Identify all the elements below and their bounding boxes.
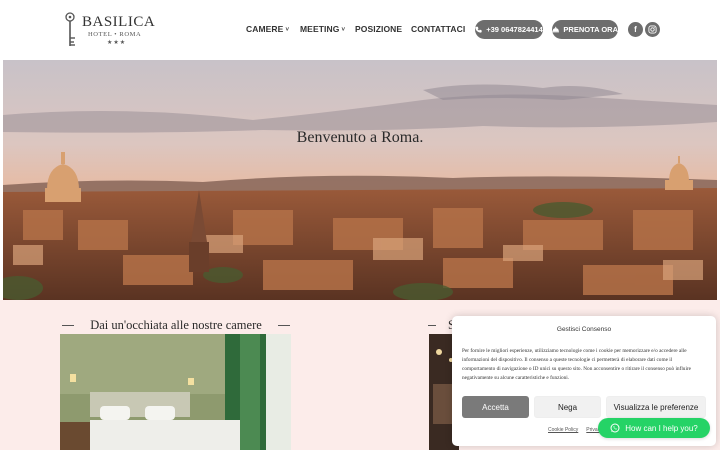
logo-stars: ★★★ <box>107 40 127 46</box>
book-now-label: PRENOTA ORA <box>563 25 618 34</box>
phone-icon <box>475 26 482 33</box>
site-header: BASILICA HOTEL • ROMA ★★★ CAMERE ˅ MEETIN… <box>0 0 720 60</box>
nav-item-posizione[interactable]: POSIZIONE <box>355 24 402 34</box>
whatsapp-label: How can I help you? <box>625 423 698 433</box>
instagram-glyph <box>648 25 657 34</box>
nav-item-contattaci[interactable]: CONTATTACI <box>411 24 465 34</box>
phone-label: +39 0647824414 <box>486 25 543 34</box>
hero-title: Benvenuto a Roma. <box>296 129 424 146</box>
rooms-heading-text: Dai un'occhiata alle nostre camere <box>90 318 262 332</box>
deny-button[interactable]: Nega <box>534 396 601 418</box>
rome-skyline-image <box>3 60 717 300</box>
whatsapp-chat-button[interactable]: How can I help you? <box>598 418 710 438</box>
phone-button[interactable]: +39 0647824414 <box>475 20 543 39</box>
cookie-policy-link[interactable]: Cookie Policy <box>548 427 578 433</box>
consent-title: Gestisci Consenso <box>556 326 612 333</box>
consent-text: Per fornire le migliori esperienze, util… <box>462 348 692 381</box>
whatsapp-icon <box>610 423 620 433</box>
nav-label: POSIZIONE <box>355 24 403 34</box>
chevron-down-icon: ˅ <box>285 27 290 33</box>
nav-label: CONTATTACI <box>411 24 466 34</box>
heading-divider <box>428 325 436 326</box>
view-preferences-button[interactable]: Visualizza le preferenze <box>606 396 706 418</box>
nav-label: MEETING <box>300 24 340 34</box>
nav-item-camere[interactable]: CAMERE ˅ <box>246 24 289 34</box>
hotel-room-image <box>60 334 291 450</box>
logo-title: BASILICA <box>82 14 156 30</box>
room-photo[interactable] <box>60 334 291 450</box>
heading-divider <box>278 325 290 326</box>
chevron-down-icon: ˅ <box>341 27 346 33</box>
book-now-button[interactable]: PRENOTA ORA <box>552 20 618 39</box>
rooms-heading: Dai un'occhiata alle nostre camere <box>62 318 290 334</box>
facebook-icon[interactable]: f <box>628 22 643 37</box>
instagram-icon[interactable] <box>645 22 660 37</box>
facebook-glyph: f <box>634 25 637 34</box>
hero-banner: Benvenuto a Roma. <box>3 60 717 300</box>
logo-subtitle: HOTEL • ROMA <box>88 31 142 38</box>
key-icon <box>65 12 75 46</box>
nav-item-meeting[interactable]: MEETING ˅ <box>300 24 345 34</box>
hotel-logo[interactable]: BASILICA HOTEL • ROMA ★★★ <box>64 12 155 48</box>
accept-button[interactable]: Accetta <box>462 396 529 418</box>
nav-label: CAMERE <box>246 24 284 34</box>
bell-icon <box>552 26 560 33</box>
